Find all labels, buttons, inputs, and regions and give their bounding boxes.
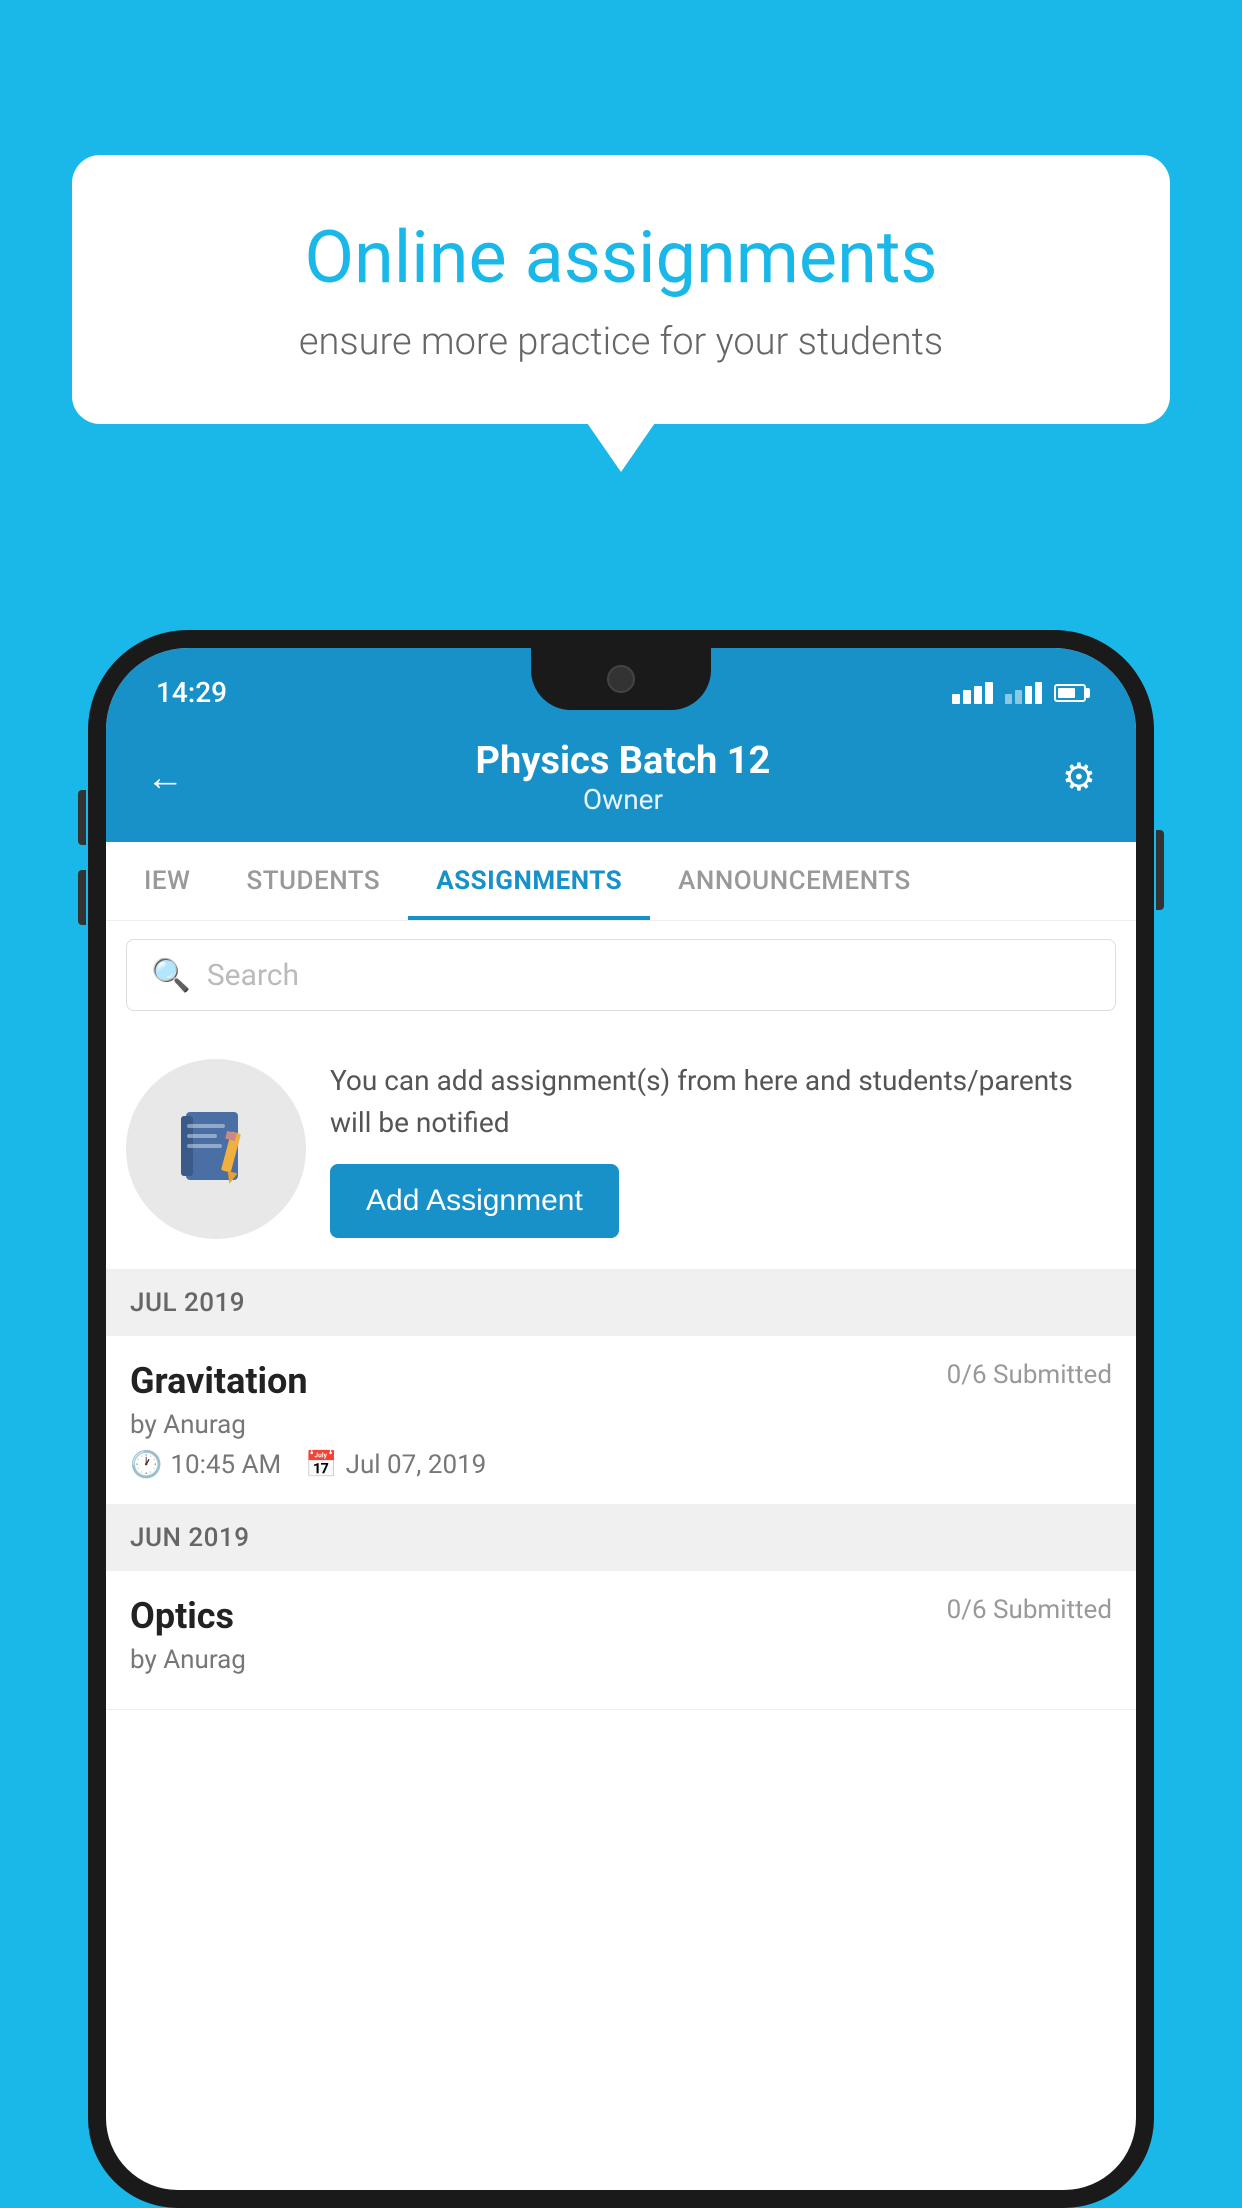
tab-assignments[interactable]: ASSIGNMENTS <box>408 842 650 920</box>
assignment-time: 🕐 10:45 AM <box>130 1450 281 1480</box>
search-placeholder: Search <box>207 958 299 993</box>
notebook-icon-wrapper <box>171 1104 261 1194</box>
optics-by: by Anurag <box>130 1645 1112 1675</box>
back-button[interactable]: ← <box>146 756 184 800</box>
signal-icon <box>1005 682 1042 704</box>
tab-announcements[interactable]: ANNOUNCEMENTS <box>650 842 939 920</box>
phone-screen: 14:29 <box>106 648 1136 2190</box>
volume-down-button <box>78 870 86 925</box>
speech-bubble-container: Online assignments ensure more practice … <box>72 155 1170 424</box>
speech-bubble-subtitle: ensure more practice for your students <box>152 320 1090 364</box>
search-container: 🔍 Search <box>106 921 1136 1029</box>
batch-title: Physics Batch 12 <box>184 739 1062 783</box>
calendar-icon: 📅 <box>305 1450 337 1480</box>
tab-bar: IEW STUDENTS ASSIGNMENTS ANNOUNCEMENTS <box>106 842 1136 921</box>
assignment-date: 📅 Jul 07, 2019 <box>305 1450 486 1480</box>
app-header: ← Physics Batch 12 Owner ⚙ <box>106 719 1136 842</box>
add-assignment-button[interactable]: Add Assignment <box>330 1164 619 1238</box>
wifi-icon <box>952 682 993 704</box>
phone-notch <box>531 648 711 710</box>
section-header-jun: JUN 2019 <box>106 1505 1136 1571</box>
assignment-name: Gravitation <box>130 1360 308 1402</box>
status-icons <box>952 682 1086 704</box>
tab-students[interactable]: STUDENTS <box>218 842 408 920</box>
phone-outer: 14:29 <box>88 630 1154 2208</box>
assignment-item-gravitation[interactable]: Gravitation 0/6 Submitted by Anurag 🕐 10… <box>106 1336 1136 1505</box>
settings-icon[interactable]: ⚙ <box>1062 755 1096 800</box>
notebook-svg <box>171 1104 261 1194</box>
clock-icon: 🕐 <box>130 1450 162 1480</box>
assignment-item-header: Gravitation 0/6 Submitted <box>130 1360 1112 1402</box>
assignment-info: You can add assignment(s) from here and … <box>330 1060 1116 1238</box>
optics-submitted: 0/6 Submitted <box>947 1595 1112 1625</box>
optics-item-header: Optics 0/6 Submitted <box>130 1595 1112 1637</box>
optics-name: Optics <box>130 1595 234 1637</box>
section-header-jul: JUL 2019 <box>106 1270 1136 1336</box>
search-bar[interactable]: 🔍 Search <box>126 939 1116 1011</box>
battery-icon <box>1054 684 1086 702</box>
volume-up-button <box>78 790 86 845</box>
header-center: Physics Batch 12 Owner <box>184 739 1062 816</box>
batch-role: Owner <box>184 783 1062 816</box>
front-camera <box>607 665 635 693</box>
assignment-meta: 🕐 10:45 AM 📅 Jul 07, 2019 <box>130 1450 1112 1480</box>
assignment-info-text: You can add assignment(s) from here and … <box>330 1060 1116 1144</box>
status-time: 14:29 <box>156 676 227 709</box>
assignment-icon-circle <box>126 1059 306 1239</box>
assignment-by: by Anurag <box>130 1410 1112 1440</box>
assignment-item-optics[interactable]: Optics 0/6 Submitted by Anurag <box>106 1571 1136 1710</box>
power-button <box>1156 830 1164 910</box>
assignment-submitted: 0/6 Submitted <box>947 1360 1112 1390</box>
speech-bubble-title: Online assignments <box>152 215 1090 300</box>
background: Online assignments ensure more practice … <box>0 0 1242 2208</box>
speech-bubble: Online assignments ensure more practice … <box>72 155 1170 424</box>
tab-iew[interactable]: IEW <box>116 842 218 920</box>
add-assignment-area: You can add assignment(s) from here and … <box>106 1029 1136 1270</box>
phone-mockup: 14:29 <box>88 630 1154 2208</box>
search-icon: 🔍 <box>151 956 191 994</box>
